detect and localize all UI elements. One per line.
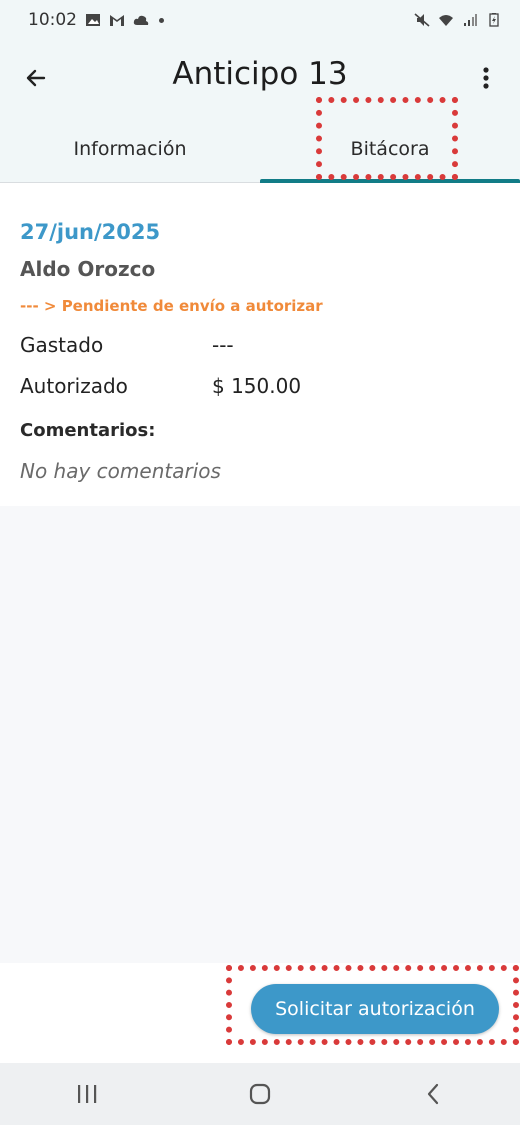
mute-icon (414, 13, 430, 27)
status-right (414, 13, 502, 27)
page-title: Anticipo 13 (172, 56, 348, 92)
entry-user-name: Aldo Orozco (20, 257, 156, 281)
cloud-icon (133, 15, 149, 25)
highlight-tab-bitacora (316, 97, 458, 180)
battery-icon (489, 13, 499, 27)
status-bar: 10:02 (0, 0, 520, 40)
wifi-icon (439, 15, 453, 26)
recents-icon (77, 1085, 96, 1103)
more-options-button[interactable] (468, 60, 504, 96)
image-icon (86, 14, 100, 26)
entry-date: 27/jun/2025 (20, 220, 161, 244)
log-entry-card: 27/jun/2025 Aldo Orozco --- > Pendiente … (0, 183, 520, 506)
dot-icon (159, 17, 164, 23)
gastado-value: --- (212, 333, 234, 357)
comments-label: Comentarios: (20, 420, 156, 441)
gastado-label: Gastado (20, 333, 104, 357)
autorizado-label: Autorizado (20, 374, 128, 398)
comments-empty-text: No hay comentarios (20, 459, 221, 483)
autorizado-value: $ 150.00 (212, 374, 302, 398)
status-left: 10:02 (28, 10, 164, 30)
back-nav-icon (428, 1083, 439, 1105)
recents-button[interactable] (57, 1069, 117, 1119)
tab-informacion[interactable]: Información (0, 115, 260, 183)
gmail-icon (110, 15, 124, 26)
home-icon (249, 1083, 271, 1105)
highlight-request-button (226, 965, 519, 1045)
status-time: 10:02 (28, 10, 77, 30)
back-nav-button[interactable] (403, 1069, 463, 1119)
signal-icon (464, 14, 477, 26)
more-vert-icon (483, 67, 489, 89)
entry-status: --- > Pendiente de envío a autorizar (20, 297, 323, 315)
home-button[interactable] (230, 1069, 290, 1119)
system-nav-bar (0, 1063, 520, 1125)
